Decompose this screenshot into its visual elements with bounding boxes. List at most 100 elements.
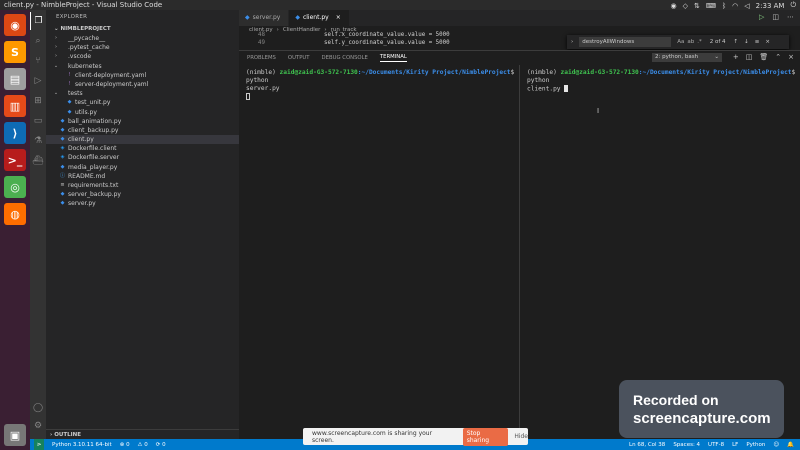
close-find-icon[interactable]: ×	[765, 39, 770, 45]
file-encoding[interactable]: UTF-8	[708, 442, 724, 448]
tab-client-py[interactable]: ◆ client.py ×	[289, 10, 350, 26]
maximize-panel-icon[interactable]: ⌃	[775, 53, 781, 61]
terminal-icon[interactable]: >_	[4, 149, 26, 171]
testing-icon[interactable]: ⚗	[30, 132, 46, 150]
new-terminal-icon[interactable]: +	[733, 53, 739, 61]
find-buttons: ↑ ↓ ≡ ×	[734, 39, 770, 45]
outline-section[interactable]: › OUTLINE	[46, 429, 239, 439]
tree-item[interactable]: › __pycache__	[46, 34, 239, 43]
notifications-icon[interactable]: 🔔	[787, 442, 794, 448]
tree-item[interactable]: › .vscode	[46, 52, 239, 61]
close-icon[interactable]: ×	[336, 10, 341, 26]
indentation[interactable]: Spaces: 4	[673, 442, 700, 448]
tree-item[interactable]: › .pytest_cache	[46, 43, 239, 52]
ports-count[interactable]: ⟳ 0	[156, 442, 166, 448]
tree-item[interactable]: ◆ ball_animation.py	[46, 117, 239, 126]
power-icon[interactable]: ⏻	[790, 1, 796, 10]
previous-match-icon[interactable]: ↑	[734, 39, 739, 45]
python-interpreter[interactable]: Python 3.10.11 64-bit	[52, 442, 112, 448]
clock[interactable]: 2:33 AM	[756, 2, 785, 10]
breadcrumb-item[interactable]: ClientHandler	[283, 26, 321, 35]
tab-output[interactable]: OUTPUT	[288, 55, 310, 61]
remote-explorer-icon[interactable]: ▭	[30, 112, 46, 130]
warnings-count[interactable]: ⚠ 0	[138, 442, 148, 448]
tree-item[interactable]: ⌄ kubernetes	[46, 62, 239, 71]
errors-count[interactable]: ⊗ 0	[120, 442, 130, 448]
tree-item-label: kubernetes	[68, 62, 102, 70]
terminal-left[interactable]: (nimble) zaid@zaid-G3-572-7130:~/Documen…	[239, 65, 519, 440]
vscode-icon[interactable]: ⟩	[4, 122, 26, 144]
regex-toggle[interactable]: .*	[697, 39, 702, 45]
more-icon[interactable]: ⋯	[787, 13, 794, 21]
close-panel-icon[interactable]: ×	[788, 53, 794, 61]
docker-icon[interactable]: ⛴	[30, 152, 46, 170]
tree-item[interactable]: ≡ requirements.txt	[46, 181, 239, 190]
settings-gear-icon[interactable]: ⚙	[30, 417, 46, 435]
tab-debug-console[interactable]: DEBUG CONSOLE	[322, 55, 368, 61]
tree-item[interactable]: ⌄ tests	[46, 89, 239, 98]
ubuntu-logo-icon[interactable]: ◉	[4, 14, 26, 36]
tree-item[interactable]: ◆ utils.py	[46, 108, 239, 117]
tree-item-label: media_player.py	[68, 163, 118, 171]
language-mode[interactable]: Python	[746, 442, 765, 448]
bluetooth-icon[interactable]: ᛒ	[722, 2, 726, 10]
cursor-position[interactable]: Ln 68, Col 38	[629, 442, 665, 448]
impress-icon[interactable]: ▥	[4, 95, 26, 117]
files-icon[interactable]: ▤	[4, 68, 26, 90]
tree-item-label: Dockerfile.server	[68, 154, 120, 162]
tree-item[interactable]: ◆ client_backup.py	[46, 126, 239, 135]
terminal-select[interactable]: 2: python, bash ⌄	[652, 53, 722, 62]
tree-item[interactable]: ◈ Dockerfile.server	[46, 153, 239, 162]
volume-icon[interactable]: ◁	[744, 2, 749, 10]
kill-terminal-icon[interactable]: 🗑	[759, 53, 768, 61]
hide-button[interactable]: Hide	[514, 433, 528, 440]
tree-item[interactable]: ◆ client.py	[46, 135, 239, 145]
source-control-icon[interactable]: ⑂	[30, 52, 46, 70]
end-of-line[interactable]: LF	[732, 442, 738, 448]
tree-item[interactable]: ! client-deployment.yaml	[46, 71, 239, 80]
stop-sharing-button[interactable]: Stop sharing	[462, 427, 509, 446]
terminal-cursor	[246, 93, 250, 100]
tree-item[interactable]: ◈ Dockerfile.client	[46, 144, 239, 153]
find-in-selection-icon[interactable]: ≡	[755, 39, 760, 45]
tree-item[interactable]: ◆ server.py	[46, 199, 239, 208]
firefox-icon[interactable]: ◍	[4, 203, 26, 225]
search-icon[interactable]: ⌕	[30, 32, 46, 50]
network-icon[interactable]: ⇅	[694, 2, 700, 10]
tree-item[interactable]: ◆ test_unit.py	[46, 98, 239, 107]
toggle-replace-icon[interactable]: ›	[571, 39, 573, 45]
extensions-icon[interactable]: ⊞	[30, 92, 46, 110]
tree-item[interactable]: ◆ media_player.py	[46, 163, 239, 172]
file-type-icon: ◆	[60, 126, 65, 133]
explorer-icon[interactable]: ❐	[30, 12, 46, 30]
tree-item[interactable]: ◆ server_backup.py	[46, 190, 239, 199]
run-icon[interactable]: ▷	[759, 13, 764, 21]
tree-item[interactable]: ⓘ README.md	[46, 172, 239, 181]
feedback-icon[interactable]: ☺	[773, 442, 779, 448]
tree-item[interactable]: ! server-deployment.yaml	[46, 80, 239, 89]
split-editor-icon[interactable]: ◫	[772, 13, 779, 21]
chrome-icon[interactable]: ◎	[4, 176, 26, 198]
find-input[interactable]: destroyAllWindows	[579, 37, 672, 47]
sublime-text-icon[interactable]: S	[4, 41, 26, 63]
accounts-icon[interactable]: ◯	[30, 399, 46, 417]
trash-icon[interactable]: ▣	[4, 424, 26, 446]
command-continuation: client.py	[527, 85, 561, 93]
keyboard-icon[interactable]: ⌨	[706, 2, 716, 10]
tab-terminal[interactable]: TERMINAL	[379, 54, 407, 62]
next-match-icon[interactable]: ↓	[744, 39, 749, 45]
remote-indicator-icon[interactable]: ⋗	[34, 439, 44, 450]
wifi-icon[interactable]: ◠	[732, 2, 738, 10]
chrome-tray-icon[interactable]: ◉	[670, 2, 676, 10]
editor-tabs: ◆ server.py ◆ client.py × ▷ ◫ ⋯	[239, 10, 800, 26]
tree-item-label: .vscode	[68, 53, 92, 61]
find-options: Aa ab .*	[677, 39, 702, 45]
tab-server-py[interactable]: ◆ server.py	[239, 10, 290, 26]
run-debug-icon[interactable]: ▷	[30, 72, 46, 90]
tab-problems[interactable]: PROBLEMS	[247, 55, 276, 61]
dropbox-tray-icon[interactable]: ◇	[683, 2, 688, 10]
whole-word-toggle[interactable]: ab	[687, 39, 694, 45]
match-case-toggle[interactable]: Aa	[677, 39, 684, 45]
project-folder[interactable]: ⌄ NIMBLEPROJECT	[46, 24, 239, 34]
split-terminal-icon[interactable]: ◫	[746, 53, 753, 61]
